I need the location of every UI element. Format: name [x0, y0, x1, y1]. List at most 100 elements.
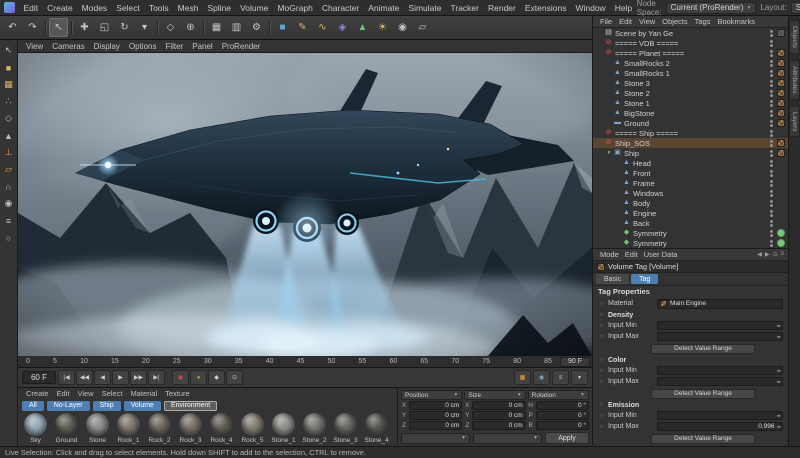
- stepper-icon[interactable]: ◂▸: [776, 368, 781, 374]
- coordinate-reference-select[interactable]: ▼: [401, 432, 470, 444]
- menu-item[interactable]: Tracker: [446, 0, 484, 16]
- render-settings-icon[interactable]: ⚙: [247, 18, 266, 37]
- attribute-tab[interactable]: Tag: [631, 274, 659, 284]
- coordinate-field[interactable]: 0 °: [535, 401, 589, 410]
- menu-item[interactable]: Select: [112, 0, 145, 16]
- material-item[interactable]: Rock_1: [114, 413, 143, 444]
- material-thumbnail[interactable]: [86, 413, 109, 436]
- coordinate-field[interactable]: 0 °: [535, 411, 589, 420]
- coordinate-field[interactable]: 0 cm: [409, 401, 463, 410]
- material-menu-item[interactable]: Select: [99, 389, 126, 398]
- material-item[interactable]: Stone_3: [331, 413, 360, 444]
- camera-icon[interactable]: ◉: [393, 18, 412, 37]
- material-thumbnail[interactable]: [179, 413, 202, 436]
- material-tag[interactable]: [777, 109, 785, 117]
- viewport-solo-icon[interactable]: ◉: [1, 196, 16, 211]
- object-tree-row[interactable]: ▲ Windows: [593, 188, 788, 198]
- attribute-row[interactable]: ○ Input Min ◂▸ Input Min: [593, 410, 788, 421]
- keyframe-dot[interactable]: ○: [598, 301, 605, 307]
- visibility-dots[interactable]: [770, 109, 773, 117]
- object-tree-row[interactable]: ▲ Body: [593, 198, 788, 208]
- material-tag[interactable]: [777, 29, 785, 37]
- visibility-dots[interactable]: [770, 89, 773, 97]
- material-thumbnail[interactable]: [210, 413, 233, 436]
- playback-options-icon[interactable]: ≡: [552, 370, 569, 385]
- visibility-dots[interactable]: [770, 159, 773, 167]
- locked-workplane-icon[interactable]: ○: [1, 230, 16, 245]
- attribute-value-field[interactable]: 0.996 ◂▸: [657, 422, 783, 431]
- menu-item[interactable]: MoGraph: [273, 0, 317, 16]
- object-manager-menu-item[interactable]: Tags: [692, 17, 714, 26]
- material-tag[interactable]: [777, 139, 785, 147]
- material-thumbnail[interactable]: [117, 413, 140, 436]
- rotate-tool-icon[interactable]: ↻: [115, 18, 134, 37]
- detect-value-range-button[interactable]: Detect Value Range: [651, 433, 755, 444]
- stepper-icon[interactable]: ◂▸: [776, 323, 781, 329]
- keyframe-dot[interactable]: ○: [598, 357, 605, 363]
- material-thumbnail[interactable]: [365, 413, 388, 436]
- material-menu-item[interactable]: View: [74, 389, 96, 398]
- separator[interactable]: [43, 18, 48, 37]
- material-item[interactable]: Sky: [21, 413, 50, 444]
- visibility-dots[interactable]: [770, 199, 773, 207]
- coordinate-field[interactable]: 0 cm: [472, 411, 526, 420]
- volume-icon[interactable]: ◈: [333, 18, 352, 37]
- object-tree-row[interactable]: ▲ Stone 1: [593, 98, 788, 108]
- object-tree-row[interactable]: ▲ Stone 2: [593, 88, 788, 98]
- viewport-menu-item[interactable]: Filter: [161, 42, 187, 51]
- keyframe-dot[interactable]: ○: [598, 402, 605, 408]
- keyframe-selection-button[interactable]: ◆: [208, 370, 225, 385]
- coordinate-units-select[interactable]: ▼: [473, 432, 542, 444]
- object-manager-menu-item[interactable]: View: [636, 17, 658, 26]
- layout-select[interactable]: Startup▼: [790, 1, 800, 14]
- visibility-dots[interactable]: [770, 149, 773, 157]
- menu-item[interactable]: Create: [43, 0, 78, 16]
- material-tag[interactable]: [777, 229, 785, 237]
- panel-tab[interactable]: Attributes: [789, 60, 800, 100]
- keyframe-options-button[interactable]: ⊙: [226, 370, 243, 385]
- enable-axis-icon[interactable]: ⊥: [1, 145, 16, 160]
- keyframe-dot[interactable]: ○: [598, 323, 605, 329]
- play-button[interactable]: ▶: [112, 370, 129, 385]
- coordinate-mode-select[interactable]: Position ▼: [401, 390, 463, 400]
- timeline-mode-icon[interactable]: ▦: [514, 370, 531, 385]
- polygon-mode-icon[interactable]: ▲: [1, 128, 16, 143]
- expand-arrow[interactable]: ▾: [605, 150, 613, 156]
- next-frame-button[interactable]: ▶▶: [130, 370, 147, 385]
- attribute-tab[interactable]: Basic: [596, 274, 630, 284]
- attribute-value-field[interactable]: ◂▸: [657, 411, 783, 420]
- material-thumbnail[interactable]: [334, 413, 357, 436]
- material-thumbnail[interactable]: [24, 413, 47, 436]
- attribute-row[interactable]: ○ Detect Value Range ◂▸ Detect Value Ran…: [593, 387, 788, 400]
- generators-icon[interactable]: ▲: [353, 18, 372, 37]
- object-tree-row[interactable]: ⊘ Ship_SOS: [593, 138, 788, 148]
- coordinate-field[interactable]: 0 cm: [409, 411, 463, 420]
- object-tree-row[interactable]: ▲ BigStone: [593, 108, 788, 118]
- attribute-row[interactable]: ○ Input Min ◂▸ Input Min: [593, 320, 788, 331]
- object-tree-row[interactable]: ▤ Scene by Yan Ge: [593, 28, 788, 38]
- visibility-dots[interactable]: [770, 49, 773, 57]
- material-tag[interactable]: [777, 69, 785, 77]
- material-thumbnail[interactable]: [55, 413, 78, 436]
- material-item[interactable]: Rock_5: [238, 413, 267, 444]
- stepper-icon[interactable]: ◂▸: [776, 334, 781, 340]
- sound-toggle-icon[interactable]: ◉: [533, 370, 550, 385]
- visibility-dots[interactable]: [770, 69, 773, 77]
- viewport-canvas[interactable]: [18, 53, 592, 356]
- visibility-dots[interactable]: [770, 79, 773, 87]
- attribute-menu-item[interactable]: Mode: [597, 250, 622, 259]
- material-thumbnail[interactable]: [303, 413, 326, 436]
- material-tag[interactable]: [777, 119, 785, 127]
- object-tree-row[interactable]: ⊘ ===== VDB =====: [593, 38, 788, 48]
- frame-rate-icon[interactable]: ▾: [571, 370, 588, 385]
- visibility-dots[interactable]: [770, 169, 773, 177]
- coordinate-field[interactable]: 0 cm: [472, 421, 526, 430]
- viewport-menu-item[interactable]: Options: [125, 42, 161, 51]
- menu-item[interactable]: Help: [610, 0, 636, 16]
- panel-tab[interactable]: Objects: [789, 20, 800, 55]
- menu-item[interactable]: Render: [483, 0, 520, 16]
- attribute-value-field[interactable]: ◂▸: [657, 377, 783, 386]
- object-tree-row[interactable]: ▾ ▣ Ship: [593, 148, 788, 158]
- visibility-dots[interactable]: [770, 209, 773, 217]
- coordinate-system-icon[interactable]: ◇: [161, 18, 180, 37]
